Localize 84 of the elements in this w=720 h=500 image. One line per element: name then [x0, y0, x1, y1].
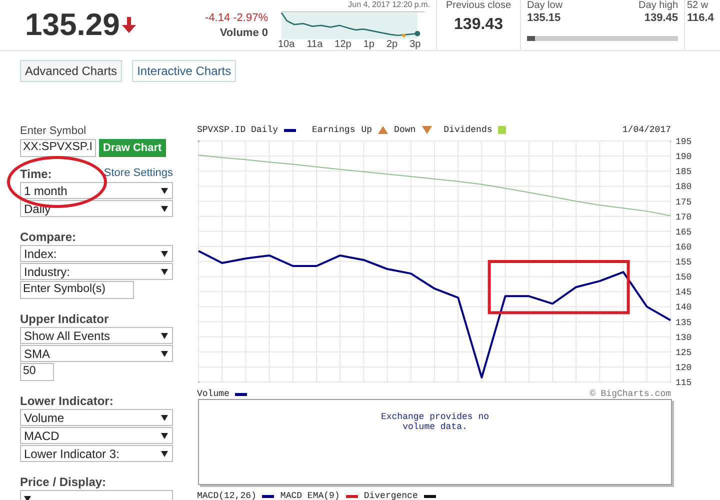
legend-label: Up	[361, 125, 372, 135]
time-label: 2p	[386, 39, 398, 50]
axis-label: 115	[676, 378, 692, 388]
legend-label: MACD EMA(9)	[280, 491, 340, 500]
caret-icon	[161, 268, 168, 274]
dropdown[interactable]: SMA	[20, 345, 173, 362]
stat-label: 52 w	[687, 0, 710, 12]
stat-value: 139.45	[644, 12, 678, 24]
stat-value: 139.43	[454, 16, 503, 34]
draw-chart-button[interactable]: Draw Chart	[99, 139, 166, 157]
axis-label: 185	[676, 167, 692, 178]
legend-label: Earnings	[312, 125, 356, 135]
section-title: Upper Indicator	[20, 312, 109, 326]
section-title: Price / Display:	[20, 475, 106, 489]
caret-icon	[24, 496, 31, 500]
dropdown[interactable]: Index:	[20, 245, 173, 262]
dropdown[interactable]: Lower Indicator 3:	[20, 445, 173, 462]
caret-icon	[161, 332, 168, 338]
time-label: 12p	[334, 39, 352, 50]
price-change: -4.14 -2.97%	[205, 12, 268, 24]
time-label: 11a	[306, 39, 323, 50]
dropdown[interactable]: Show All Events	[20, 327, 173, 344]
legend-label: SPVXSP.ID Daily	[197, 125, 278, 135]
stat-value: 116.4	[687, 12, 715, 24]
axis-label: 150	[676, 272, 692, 283]
time-label: 10a	[278, 39, 295, 50]
input-field[interactable]: Enter Symbol(s)	[20, 281, 134, 299]
stat-label: Day high	[638, 0, 678, 12]
axis-label: 135	[676, 318, 692, 328]
input-field[interactable]: 50	[20, 363, 54, 381]
legend-swatch	[284, 128, 296, 132]
legend-label: MACD(12,26)	[197, 491, 256, 500]
triangle-down-icon	[422, 126, 432, 134]
axis-label: 130	[676, 332, 692, 343]
caret-icon	[161, 250, 168, 256]
axis-label: 140	[676, 302, 692, 313]
dropdown[interactable]: MACD	[20, 427, 173, 444]
axis-label: 165	[676, 227, 692, 238]
section-title: Time:	[20, 167, 52, 181]
axis-label: 175	[676, 197, 692, 208]
store-settings-link[interactable]: Store Settings	[104, 167, 173, 181]
copyright-text: © BigCharts.com	[590, 389, 671, 399]
down-arrow-icon	[122, 17, 136, 33]
legend-swatch	[235, 392, 248, 396]
no-data-message: Exchange provides no volume data.	[380, 412, 490, 434]
legend-label: Dividends	[444, 125, 492, 135]
section-title: Lower Indicator:	[20, 394, 114, 408]
caret-icon	[161, 350, 168, 356]
axis-label: 145	[676, 288, 692, 298]
stat-value: 135.15	[527, 12, 561, 24]
chart-tab[interactable]: Interactive Charts	[132, 60, 236, 82]
caret-icon	[161, 188, 168, 194]
time-label: 3p	[410, 39, 421, 50]
axis-label: 155	[676, 258, 692, 268]
time-label: 1p	[363, 39, 374, 50]
field-label: Enter Symbol	[20, 125, 88, 137]
caret-icon	[161, 206, 168, 212]
legend-label: Volume	[197, 389, 230, 399]
axis-label: 195	[676, 137, 692, 147]
triangle-up-icon	[378, 126, 388, 134]
legend-label: Divergence	[364, 491, 418, 500]
axis-label: 160	[676, 242, 692, 252]
chart-tab[interactable]: Advanced Charts	[20, 60, 122, 82]
axis-label: 190	[676, 152, 692, 162]
axis-label: 170	[676, 212, 692, 222]
caret-icon	[161, 432, 168, 438]
timestamp: Jun 4, 2017 12:20 p.m.	[348, 0, 430, 9]
axis-label: 180	[676, 182, 692, 192]
caret-icon	[161, 450, 168, 456]
dropdown[interactable]: Industry:	[20, 263, 173, 280]
axis-label: 120	[676, 362, 692, 373]
dropdown[interactable]: Volume	[20, 409, 173, 426]
legend-label: Down	[394, 125, 416, 135]
volume-text: Volume 0	[220, 27, 268, 39]
section-title: Compare:	[20, 230, 76, 244]
stat-label: Previous close	[446, 0, 512, 12]
price: 135.29	[25, 7, 120, 43]
stat-label: Day low	[527, 0, 563, 12]
symbol-field[interactable]: XX:SPVXSP.I	[20, 139, 96, 157]
dropdown[interactable]: 1 month	[20, 182, 173, 199]
chart-date: 1/04/2017	[622, 125, 671, 135]
square-icon	[498, 126, 506, 134]
caret-icon	[161, 414, 168, 420]
axis-label: 125	[676, 348, 692, 358]
